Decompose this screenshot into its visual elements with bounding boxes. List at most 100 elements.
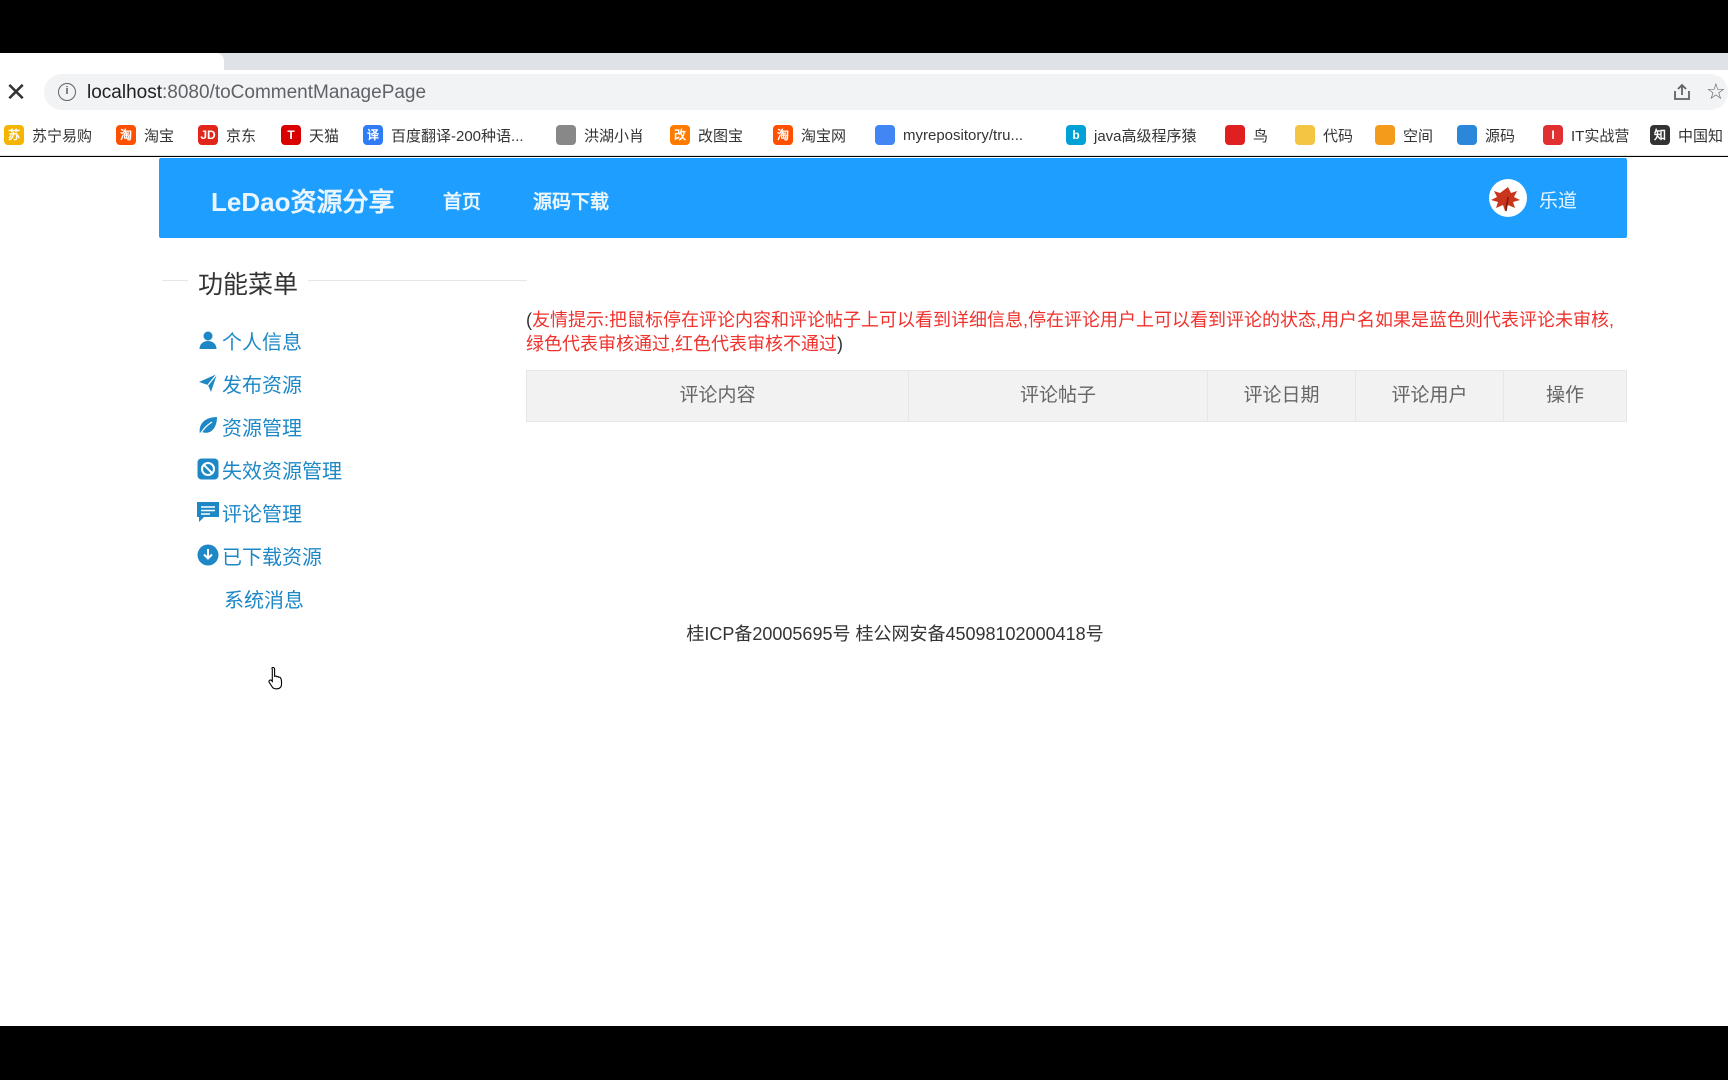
it-icon: I xyxy=(1543,125,1563,145)
paper-plane-icon xyxy=(196,371,220,395)
bookmark-label: 洪湖小肖 xyxy=(584,127,645,145)
stop-loading-close-icon[interactable]: ✕ xyxy=(2,78,30,106)
taobao-icon: 淘 xyxy=(116,125,136,145)
menu-item-label: 系统消息 xyxy=(224,589,304,612)
user-name-link[interactable]: 乐道 xyxy=(1539,186,1577,213)
tmall-icon: T xyxy=(281,125,301,145)
download-icon xyxy=(196,543,220,567)
bookmark-item[interactable]: myrepository/tru... xyxy=(875,124,1023,146)
bookmark-label: IT实战营 xyxy=(1571,127,1630,145)
bookmark-item[interactable]: JD 京东 xyxy=(198,124,256,146)
hand-cursor-icon xyxy=(268,666,286,690)
comment-icon xyxy=(196,500,220,524)
bookmarks-bar: 苏苏宁易购淘淘宝 JD 京东 T 天猫译百度翻译-200种语... 洪湖小肖改改图宝淘淘宝… xyxy=(0,114,1728,156)
bookmark-item[interactable]: 代码 xyxy=(1295,124,1353,146)
chrome-icon xyxy=(875,125,895,145)
nav-source-download[interactable]: 源码下载 xyxy=(533,187,609,214)
bookmark-label: 代码 xyxy=(1323,127,1354,145)
menu-item[interactable]: 系统消息 xyxy=(224,583,304,613)
suning-icon: 苏 xyxy=(4,125,24,145)
user-avatar[interactable] xyxy=(1489,179,1527,217)
taobao-net-icon: 淘 xyxy=(773,125,793,145)
menu-item[interactable]: 已下载资源 xyxy=(196,540,322,570)
bookmark-label: 百度翻译-200种语... xyxy=(391,127,524,145)
gaitubao-icon: 改 xyxy=(670,125,690,145)
menu-item-label: 个人信息 xyxy=(222,331,302,354)
share-icon[interactable] xyxy=(1672,82,1692,102)
column-header-comment-content: 评论内容 xyxy=(527,371,909,421)
web-page: LeDao资源分享 首页 源码下载 乐道 功能菜单 个人信息发布资源资源管理失效… xyxy=(0,157,1728,1026)
column-header-comment-user: 评论用户 xyxy=(1356,371,1504,421)
menu-item-label: 发布资源 xyxy=(222,374,302,397)
bookmark-label: 淘宝网 xyxy=(801,127,847,145)
code-icon xyxy=(1295,125,1315,145)
qzone-icon xyxy=(1375,125,1395,145)
bookmark-item[interactable]: 苏苏宁易购 xyxy=(4,124,92,146)
comment-table-header: 评论内容 评论帖子 评论日期 评论用户 操作 xyxy=(526,370,1627,422)
bookmark-item[interactable]: 改改图宝 xyxy=(670,124,743,146)
bookmark-item[interactable]: 源码 xyxy=(1457,124,1515,146)
url-host: localhost xyxy=(87,82,162,103)
cnki-icon: 知 xyxy=(1650,125,1670,145)
screen: ✕ i localhost:8080/toCommentManagePage ☆… xyxy=(0,0,1728,1080)
column-header-comment-date: 评论日期 xyxy=(1208,371,1356,421)
baidu-translate-icon: 译 xyxy=(363,125,383,145)
footer-icp[interactable]: 桂ICP备20005695号 桂公网安备45098102000418号 xyxy=(0,620,1728,646)
bookmark-item[interactable]: 鸟 xyxy=(1225,124,1268,146)
bookmark-item[interactable]: 洪湖小肖 xyxy=(556,124,644,146)
bookmark-label: 改图宝 xyxy=(698,127,744,145)
site-header: LeDao资源分享 首页 源码下载 乐道 xyxy=(159,158,1627,238)
bookmark-item[interactable]: 淘淘宝 xyxy=(116,124,174,146)
bookmark-item[interactable]: T 天猫 xyxy=(281,124,339,146)
bookmark-label: 苏宁易购 xyxy=(32,127,93,145)
site-info-icon[interactable]: i xyxy=(58,83,76,101)
bookmark-label: 京东 xyxy=(226,127,257,145)
bookmark-item[interactable]: 淘淘宝网 xyxy=(773,124,846,146)
tip-message: 友情提示:把鼠标停在评论内容和评论帖子上可以看到详细信息,停在评论用户上可以看到… xyxy=(526,310,1614,354)
menu-item[interactable]: 评论管理 xyxy=(196,497,302,527)
tip-close-paren: ) xyxy=(837,334,843,354)
jd-icon: JD xyxy=(198,125,218,145)
bilibili-icon: b xyxy=(1066,125,1086,145)
column-header-actions: 操作 xyxy=(1545,385,1584,406)
bookmark-label: 鸟 xyxy=(1253,127,1269,145)
active-tab[interactable] xyxy=(0,53,224,70)
ban-icon xyxy=(196,457,220,481)
bird-red-icon xyxy=(1225,125,1245,145)
bookmark-label: 天猫 xyxy=(309,127,340,145)
user-icon xyxy=(196,328,220,352)
menu-item-label: 资源管理 xyxy=(222,417,302,440)
menu-item[interactable]: 个人信息 xyxy=(196,325,302,355)
menu-item[interactable]: 失效资源管理 xyxy=(196,454,342,484)
menu-item-label: 评论管理 xyxy=(222,503,302,526)
letterbox-bottom xyxy=(0,1026,1728,1080)
bookmark-label: 淘宝 xyxy=(144,127,175,145)
site-logo[interactable]: LeDao资源分享 xyxy=(211,182,394,219)
bird-icon xyxy=(556,125,576,145)
browser-toolbar: ✕ i localhost:8080/toCommentManagePage ☆ xyxy=(0,70,1728,114)
bookmark-item[interactable]: 知中国知 xyxy=(1650,124,1723,146)
bookmark-item[interactable]: 空间 xyxy=(1375,124,1433,146)
url-path: :8080/toCommentManagePage xyxy=(162,82,427,103)
address-url[interactable]: localhost:8080/toCommentManagePage xyxy=(87,82,426,104)
bookmark-label: myrepository/tru... xyxy=(903,126,1024,144)
address-bar[interactable]: i localhost:8080/toCommentManagePage ☆ xyxy=(44,74,1728,110)
bookmark-item[interactable]: I IT实战营 xyxy=(1543,124,1629,146)
letterbox-top xyxy=(0,0,1728,53)
bookmark-label: java高级程序猿 xyxy=(1094,127,1197,145)
bookmark-item[interactable]: 译百度翻译-200种语... xyxy=(363,124,524,146)
menu-item[interactable]: 资源管理 xyxy=(196,411,302,441)
nav-home[interactable]: 首页 xyxy=(443,187,481,214)
source-icon xyxy=(1457,125,1477,145)
tip-text: (友情提示:把鼠标停在评论内容和评论帖子上可以看到详细信息,停在评论用户上可以看… xyxy=(526,308,1626,356)
tab-strip xyxy=(0,53,1728,70)
menu-title: 功能菜单 xyxy=(188,265,309,301)
leaf-icon xyxy=(196,414,220,438)
bookmark-label: 源码 xyxy=(1485,127,1516,145)
menu-item[interactable]: 发布资源 xyxy=(196,368,302,398)
bookmark-label: 中国知 xyxy=(1678,127,1724,145)
bookmark-star-icon[interactable]: ☆ xyxy=(1706,79,1728,104)
bookmark-item[interactable]: b java高级程序猿 xyxy=(1066,124,1197,146)
menu-item-label: 失效资源管理 xyxy=(222,460,342,483)
bookmark-label: 空间 xyxy=(1403,127,1434,145)
